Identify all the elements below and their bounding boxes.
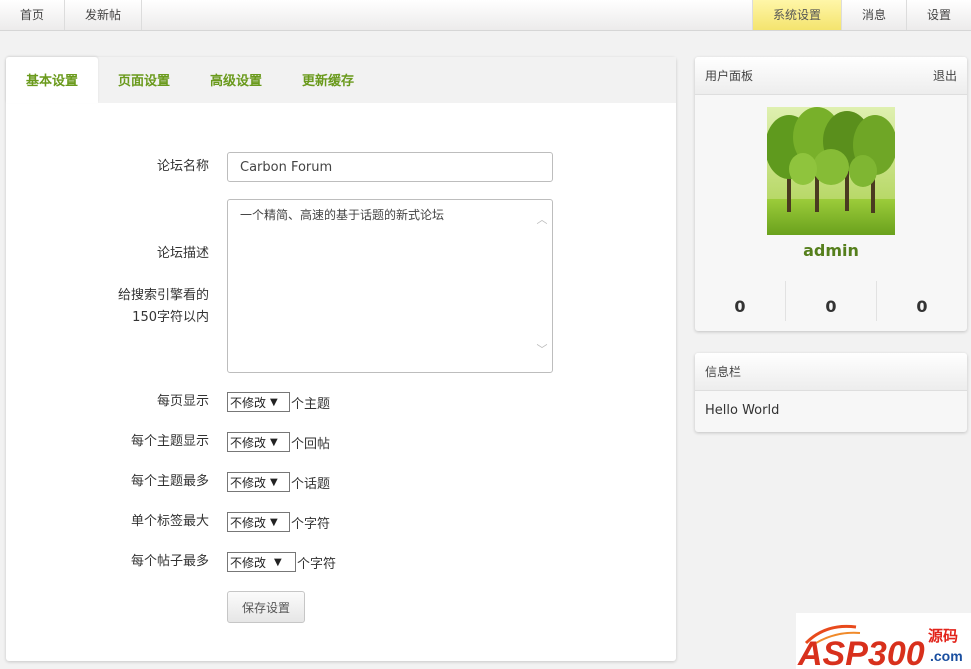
post-max-length-unit: 个字符 — [297, 556, 337, 572]
watermark-suffix: 源码 — [928, 627, 958, 645]
stat-item[interactable]: 0 — [786, 281, 877, 321]
info-panel-content: Hello World — [705, 403, 780, 418]
nav-messages[interactable]: 消息 — [840, 0, 906, 30]
scroll-down-icon[interactable]: ﹀ — [536, 344, 548, 355]
tag-max-length-unit: 个字符 — [291, 516, 331, 532]
post-max-length-select[interactable]: 不修改 ▼ — [227, 552, 296, 572]
replies-per-topic-row: 不修改 ▼ 个回帖 — [227, 431, 330, 453]
watermark-brand: ASP300 — [797, 635, 925, 669]
tags-per-topic-unit: 个话题 — [291, 476, 331, 492]
tag-max-length-select[interactable]: 不修改 ▼ — [227, 512, 290, 532]
tag-max-length-select-value: 不修改 — [230, 515, 267, 530]
scroll-up-icon[interactable]: ︿ — [536, 214, 548, 225]
tags-per-topic-label: 每个主题最多 — [130, 474, 209, 489]
nav-system-settings[interactable]: 系统设置 — [751, 0, 841, 30]
watermark-domain: .com — [930, 648, 963, 664]
replies-per-topic-select-value: 不修改 — [230, 435, 267, 450]
per-page-select[interactable]: 不修改 ▼ — [227, 392, 290, 412]
forum-desc-textarea[interactable]: 一个精简、高速的基于话题的新式论坛 — [227, 199, 553, 373]
username[interactable]: admin — [695, 241, 967, 260]
watermark-logo: ASP300 源码 .com — [796, 613, 971, 669]
top-navigation-bar: 首页 发新帖 系统设置 消息 设置 — [0, 0, 971, 31]
chevron-down-icon: ▼ — [270, 516, 278, 528]
info-panel: 信息栏 Hello World — [695, 353, 967, 432]
replies-per-topic-label: 每个主题显示 — [130, 434, 209, 449]
save-settings-button[interactable]: 保存设置 — [227, 591, 305, 623]
forum-desc-label: 论坛描述 — [156, 246, 209, 261]
tags-per-topic-select[interactable]: 不修改 ▼ — [227, 472, 290, 492]
tab-advanced-settings[interactable]: 高级设置 — [190, 57, 282, 103]
tag-max-length-label: 单个标签最大 — [130, 514, 209, 529]
replies-per-topic-select[interactable]: 不修改 ▼ — [227, 432, 290, 452]
chevron-down-icon: ▼ — [270, 436, 278, 448]
watermark-logo-image: ASP300 源码 .com — [797, 624, 963, 669]
nav-settings[interactable]: 设置 — [905, 0, 971, 30]
per-page-row: 不修改 ▼ 个主题 — [227, 391, 330, 413]
per-page-label: 每页显示 — [156, 394, 209, 409]
chevron-down-icon: ▼ — [270, 396, 278, 408]
avatar-image — [767, 107, 895, 235]
settings-tabs: 基本设置 页面设置 高级设置 更新缓存 — [6, 57, 676, 103]
post-max-length-select-value: 不修改 — [230, 555, 267, 570]
tab-basic-settings[interactable]: 基本设置 — [6, 57, 99, 103]
user-stats: 0 0 0 — [695, 281, 967, 321]
chevron-down-icon: ▼ — [270, 476, 278, 488]
per-page-unit: 个主题 — [291, 396, 331, 412]
info-panel-title: 信息栏 — [705, 365, 742, 379]
settings-panel: 基本设置 页面设置 高级设置 更新缓存 论坛名称 论坛描述 给搜索引擎看的 15… — [6, 57, 676, 661]
nav-new-post[interactable]: 发新帖 — [65, 0, 143, 30]
tags-per-topic-select-value: 不修改 — [230, 475, 267, 490]
replies-per-topic-unit: 个回帖 — [291, 436, 331, 452]
stat-item[interactable]: 0 — [877, 281, 967, 321]
forum-name-input[interactable] — [227, 152, 553, 182]
tag-max-length-row: 不修改 ▼ 个字符 — [227, 511, 330, 533]
nav-home[interactable]: 首页 — [0, 0, 66, 30]
user-panel-title: 用户面板 — [705, 69, 754, 83]
user-panel: 用户面板 退出 admin 0 0 0 — [695, 57, 967, 331]
logout-link[interactable]: 退出 — [933, 57, 957, 95]
tab-update-cache[interactable]: 更新缓存 — [282, 57, 374, 103]
tags-per-topic-row: 不修改 ▼ 个话题 — [227, 471, 330, 493]
nav-left: 首页 发新帖 — [0, 0, 143, 30]
user-panel-header: 用户面板 退出 — [695, 57, 967, 95]
tab-page-settings[interactable]: 页面设置 — [98, 57, 190, 103]
chevron-down-icon: ▼ — [274, 556, 282, 568]
forum-desc-hint-line1: 给搜索引擎看的 — [117, 288, 209, 303]
stat-item[interactable]: 0 — [695, 281, 786, 321]
forum-desc-hint-line2: 150字符以内 — [132, 310, 209, 325]
forum-name-label: 论坛名称 — [156, 159, 209, 174]
forum-desc-hint: 给搜索引擎看的 150字符以内 — [118, 285, 209, 329]
post-max-length-label: 每个帖子最多 — [130, 554, 209, 569]
post-max-length-row: 不修改 ▼ 个字符 — [227, 551, 336, 573]
per-page-select-value: 不修改 — [230, 395, 267, 410]
info-panel-header: 信息栏 — [695, 353, 967, 391]
nav-right: 系统设置 消息 设置 — [751, 0, 971, 30]
avatar[interactable] — [767, 107, 895, 235]
